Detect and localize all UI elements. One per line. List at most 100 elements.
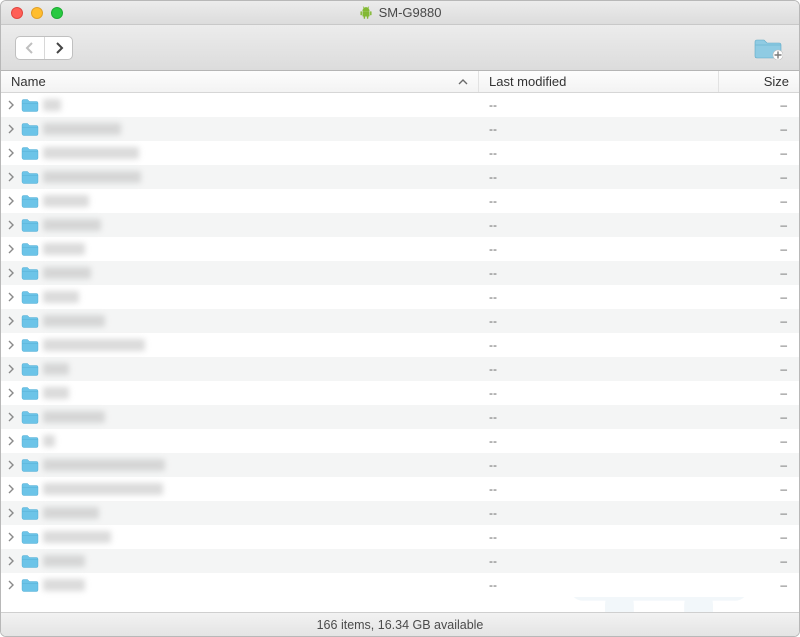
chevron-right-icon[interactable] bbox=[5, 364, 17, 374]
item-name-redacted bbox=[43, 339, 145, 351]
chevron-right-icon[interactable] bbox=[5, 460, 17, 470]
chevron-right-icon[interactable] bbox=[5, 196, 17, 206]
cell-modified: -- bbox=[479, 578, 719, 592]
cell-size: – bbox=[719, 338, 799, 352]
chevron-right-icon[interactable] bbox=[5, 148, 17, 158]
column-last-modified[interactable]: Last modified bbox=[479, 71, 719, 92]
cell-modified: -- bbox=[479, 194, 719, 208]
cell-modified: -- bbox=[479, 530, 719, 544]
cell-size: – bbox=[719, 482, 799, 496]
forward-button[interactable] bbox=[44, 37, 72, 59]
cell-size: – bbox=[719, 170, 799, 184]
cell-modified: -- bbox=[479, 386, 719, 400]
chevron-right-icon[interactable] bbox=[5, 436, 17, 446]
cell-name bbox=[1, 266, 479, 280]
folder-icon bbox=[21, 362, 39, 376]
cell-size: – bbox=[719, 314, 799, 328]
cell-name bbox=[1, 482, 479, 496]
android-icon bbox=[359, 6, 373, 20]
cell-name bbox=[1, 314, 479, 328]
list-item[interactable]: --– bbox=[1, 117, 799, 141]
list-item[interactable]: --– bbox=[1, 189, 799, 213]
chevron-right-icon[interactable] bbox=[5, 100, 17, 110]
cell-size: – bbox=[719, 578, 799, 592]
list-item[interactable]: --– bbox=[1, 525, 799, 549]
chevron-right-icon[interactable] bbox=[5, 508, 17, 518]
list-item[interactable]: --– bbox=[1, 261, 799, 285]
chevron-right-icon[interactable] bbox=[5, 556, 17, 566]
item-name-redacted bbox=[43, 315, 105, 327]
cell-modified: -- bbox=[479, 146, 719, 160]
list-item[interactable]: --– bbox=[1, 501, 799, 525]
chevron-right-icon[interactable] bbox=[5, 220, 17, 230]
close-window-button[interactable] bbox=[11, 7, 23, 19]
list-item[interactable]: --– bbox=[1, 165, 799, 189]
cell-size: – bbox=[719, 530, 799, 544]
chevron-right-icon[interactable] bbox=[5, 292, 17, 302]
list-item[interactable]: --– bbox=[1, 549, 799, 573]
folder-icon bbox=[21, 98, 39, 112]
titlebar[interactable]: SM-G9880 bbox=[1, 1, 799, 25]
list-item[interactable]: --– bbox=[1, 405, 799, 429]
list-item[interactable]: --– bbox=[1, 357, 799, 381]
minimize-window-button[interactable] bbox=[31, 7, 43, 19]
item-name-redacted bbox=[43, 387, 69, 399]
sort-ascending-icon bbox=[458, 74, 468, 89]
cell-size: – bbox=[719, 458, 799, 472]
chevron-right-icon[interactable] bbox=[5, 340, 17, 350]
list-item[interactable]: --– bbox=[1, 573, 799, 597]
item-name-redacted bbox=[43, 507, 99, 519]
folder-icon bbox=[21, 434, 39, 448]
cell-modified: -- bbox=[479, 554, 719, 568]
list-item[interactable]: --– bbox=[1, 333, 799, 357]
chevron-right-icon[interactable] bbox=[5, 316, 17, 326]
cell-size: – bbox=[719, 146, 799, 160]
folder-icon bbox=[21, 578, 39, 592]
folder-icon bbox=[21, 290, 39, 304]
item-name-redacted bbox=[43, 483, 163, 495]
cell-size: – bbox=[719, 266, 799, 280]
list-item[interactable]: --– bbox=[1, 453, 799, 477]
chevron-right-icon[interactable] bbox=[5, 532, 17, 542]
list-item[interactable]: --– bbox=[1, 429, 799, 453]
cell-name bbox=[1, 530, 479, 544]
folder-icon bbox=[21, 386, 39, 400]
chevron-right-icon[interactable] bbox=[5, 484, 17, 494]
cell-name bbox=[1, 338, 479, 352]
list-item[interactable]: --– bbox=[1, 477, 799, 501]
list-item[interactable]: --– bbox=[1, 213, 799, 237]
zoom-window-button[interactable] bbox=[51, 7, 63, 19]
folder-icon bbox=[21, 314, 39, 328]
back-button[interactable] bbox=[16, 37, 44, 59]
chevron-right-icon[interactable] bbox=[5, 244, 17, 254]
cell-modified: -- bbox=[479, 338, 719, 352]
list-item[interactable]: --– bbox=[1, 93, 799, 117]
chevron-right-icon[interactable] bbox=[5, 172, 17, 182]
column-size[interactable]: Size bbox=[719, 71, 799, 92]
cell-modified: -- bbox=[479, 218, 719, 232]
cell-name bbox=[1, 146, 479, 160]
list-item[interactable]: --– bbox=[1, 309, 799, 333]
window-controls bbox=[11, 7, 63, 19]
chevron-right-icon[interactable] bbox=[5, 412, 17, 422]
item-name-redacted bbox=[43, 171, 141, 183]
list-item[interactable]: --– bbox=[1, 285, 799, 309]
cell-name bbox=[1, 506, 479, 520]
new-folder-button[interactable] bbox=[751, 34, 785, 62]
chevron-right-icon[interactable] bbox=[5, 580, 17, 590]
file-list[interactable]: --–--–--–--–--–--–--–--–--–--–--–--–--–-… bbox=[1, 93, 799, 612]
chevron-right-icon[interactable] bbox=[5, 388, 17, 398]
item-name-redacted bbox=[43, 411, 105, 423]
cell-name bbox=[1, 122, 479, 136]
list-item[interactable]: --– bbox=[1, 237, 799, 261]
column-name-label: Name bbox=[11, 74, 46, 89]
chevron-right-icon[interactable] bbox=[5, 124, 17, 134]
chevron-right-icon[interactable] bbox=[5, 268, 17, 278]
folder-icon bbox=[21, 194, 39, 208]
folder-icon bbox=[21, 506, 39, 520]
list-item[interactable]: --– bbox=[1, 381, 799, 405]
column-name[interactable]: Name bbox=[1, 71, 479, 92]
folder-icon bbox=[21, 458, 39, 472]
list-item[interactable]: --– bbox=[1, 141, 799, 165]
cell-modified: -- bbox=[479, 410, 719, 424]
